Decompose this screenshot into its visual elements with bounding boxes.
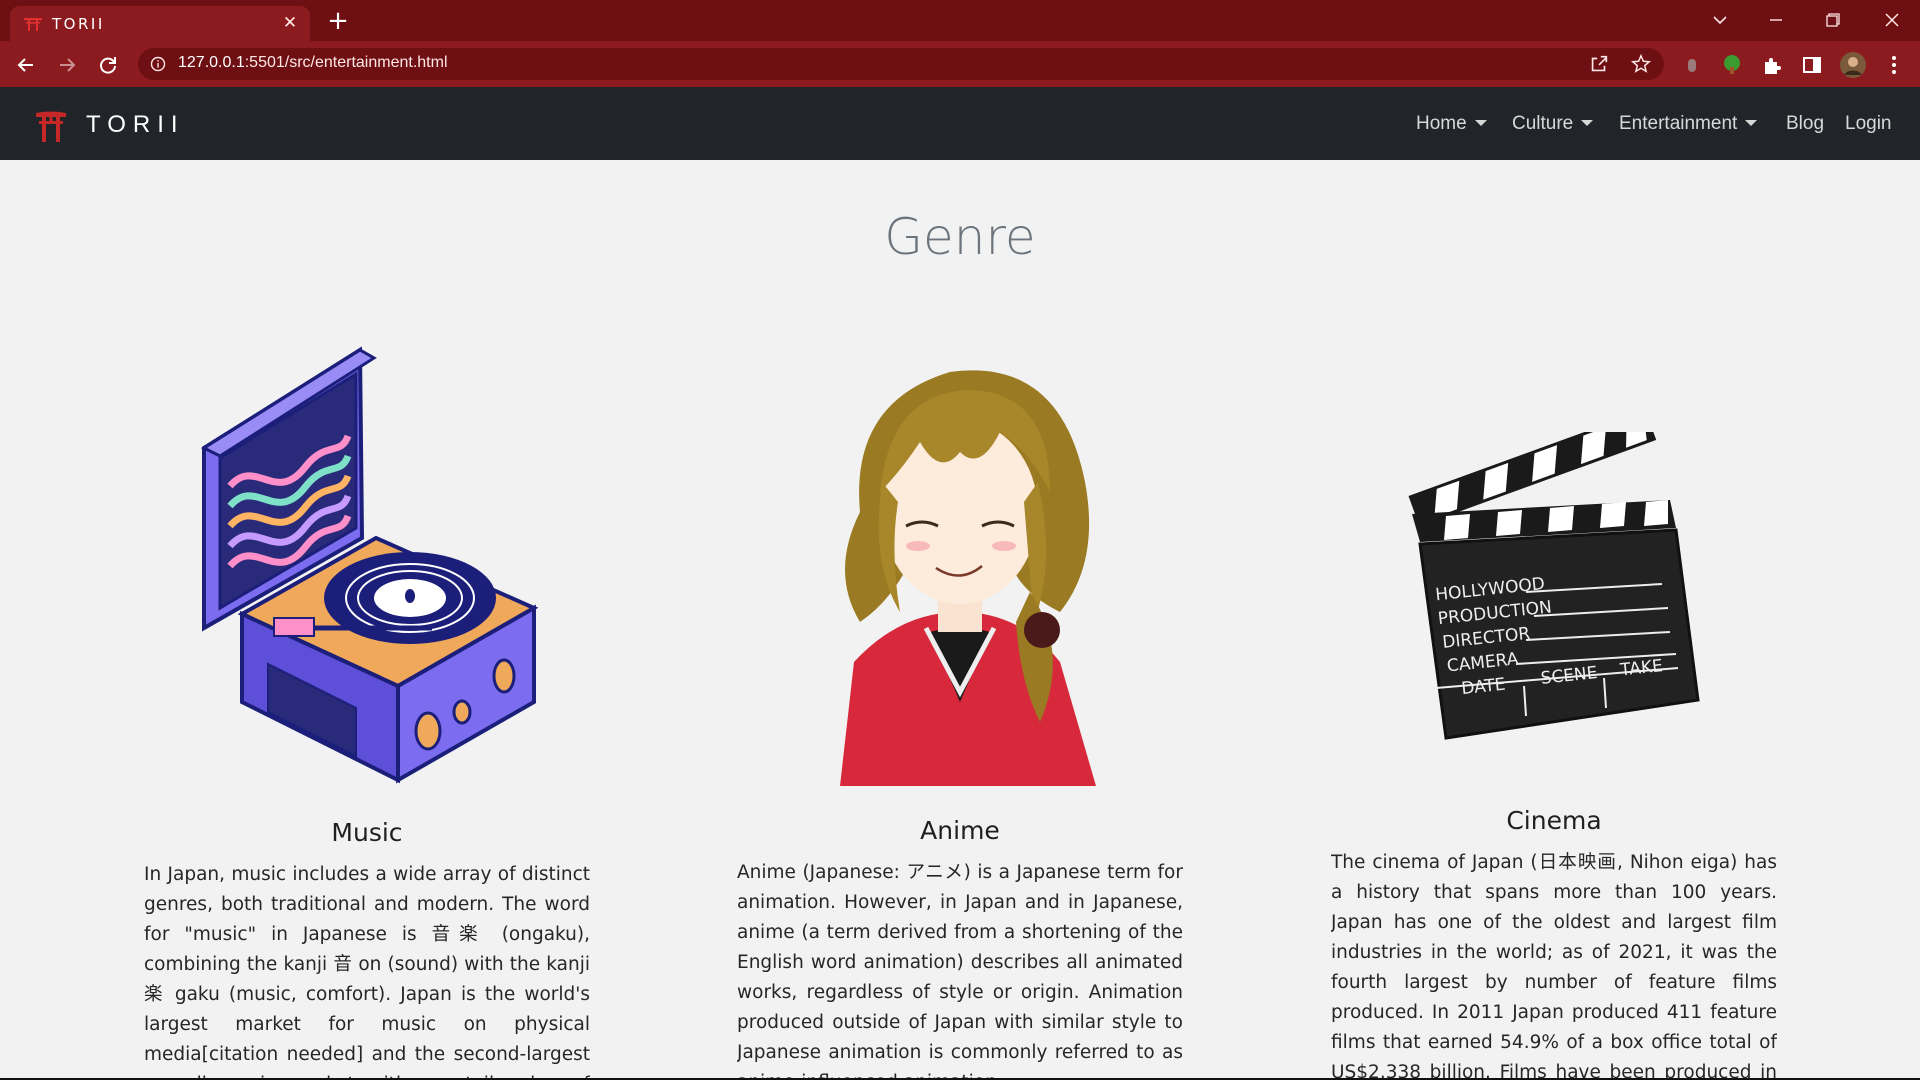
card-title-cinema: Cinema (1506, 806, 1602, 835)
share-icon[interactable] (1588, 53, 1610, 75)
clapperboard-illustration: HOLLYWOOD PRODUCTION DIRECTOR CAMERA DAT… (1408, 432, 1700, 740)
caret-down-icon (1474, 120, 1487, 126)
url-host: 127.0.0.1 (178, 54, 245, 71)
nav-login-link[interactable]: Login (1845, 113, 1892, 135)
profile-avatar[interactable] (1840, 52, 1866, 78)
tab-close-icon[interactable]: ✕ (280, 13, 300, 33)
side-panel-icon[interactable] (1800, 53, 1824, 77)
card-title-anime: Anime (920, 816, 1000, 845)
card-text-anime: Anime (Japanese: アニメ) is a Japanese term… (737, 862, 1183, 1078)
extension-gray-icon[interactable] (1680, 53, 1704, 77)
record-player-illustration (200, 346, 539, 784)
browser-tab-strip: TORII ✕ + (0, 0, 1920, 41)
nav-culture-label: Culture (1512, 113, 1574, 134)
caret-down-icon (1581, 120, 1594, 126)
page-title: Genre (884, 208, 1036, 266)
nav-culture-dropdown[interactable]: Culture (1512, 113, 1594, 135)
torii-logo-icon[interactable] (36, 110, 66, 142)
nav-entertainment-label: Entertainment (1619, 113, 1738, 134)
url-path: :5501/src/entertainment.html (244, 54, 448, 71)
extension-tree-icon[interactable] (1720, 53, 1744, 77)
card-text-music: In Japan, music includes a wide array of… (144, 864, 590, 1078)
anime-girl-illustration (840, 370, 1096, 786)
bookmark-star-icon[interactable] (1630, 53, 1652, 75)
tab-search-chevron-icon[interactable] (1700, 6, 1740, 34)
card-text-cinema: The cinema of Japan (日本映画, Nihon eiga) h… (1331, 852, 1777, 1078)
site-info-icon[interactable] (150, 56, 166, 72)
new-tab-button[interactable]: + (325, 8, 351, 34)
nav-entertainment-dropdown[interactable]: Entertainment (1619, 113, 1758, 135)
nav-home-label: Home (1416, 113, 1467, 134)
extensions-puzzle-icon[interactable] (1760, 53, 1784, 77)
browser-menu-icon[interactable] (1882, 53, 1906, 77)
minimize-icon[interactable] (1756, 6, 1796, 34)
restore-icon[interactable] (1812, 6, 1852, 34)
reload-icon[interactable] (96, 53, 120, 77)
torii-favicon-icon (24, 17, 42, 31)
nav-blog-link[interactable]: Blog (1786, 113, 1824, 135)
url-text: 127.0.0.1:5501/src/entertainment.html (178, 54, 448, 72)
site-navbar: TORII Home Culture Entertainment Blog Lo… (0, 87, 1920, 160)
browser-toolbar: 127.0.0.1:5501/src/entertainment.html (0, 41, 1920, 87)
close-window-icon[interactable] (1872, 6, 1912, 34)
address-bar[interactable]: 127.0.0.1:5501/src/entertainment.html (138, 48, 1664, 80)
nav-home-dropdown[interactable]: Home (1416, 113, 1487, 135)
card-title-music: Music (331, 818, 403, 847)
browser-tab-active[interactable]: TORII ✕ (10, 6, 310, 41)
forward-arrow-icon[interactable] (55, 53, 79, 77)
tab-title: TORII (52, 14, 105, 33)
brand-name[interactable]: TORII (86, 111, 185, 139)
back-arrow-icon[interactable] (14, 53, 38, 77)
caret-down-icon (1745, 120, 1758, 126)
